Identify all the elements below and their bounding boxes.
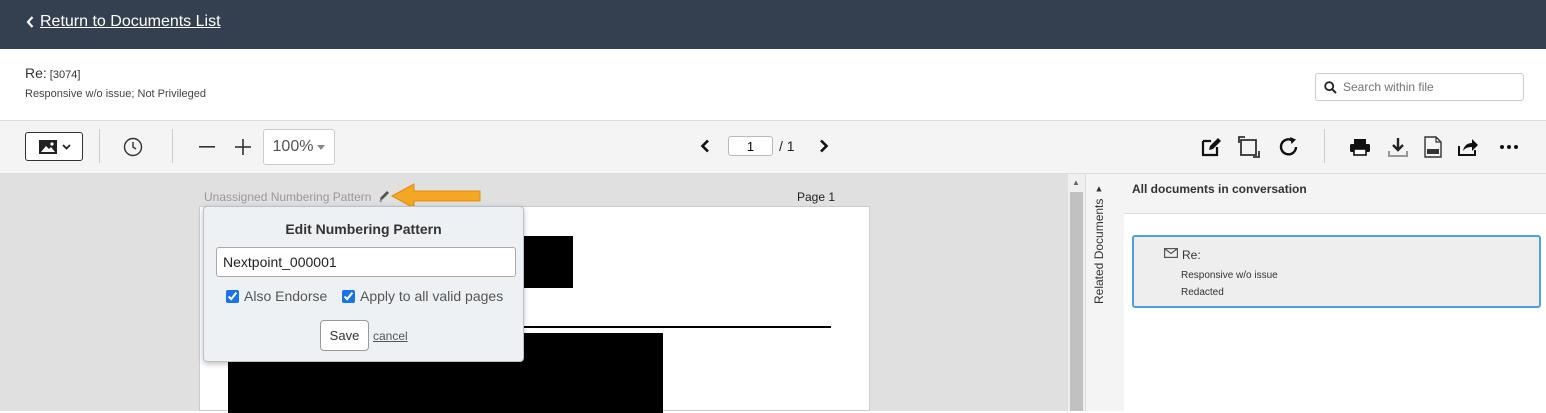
caret-right-icon: ▲ (1094, 183, 1104, 194)
toolbar-divider (172, 129, 173, 163)
print-icon (1350, 139, 1370, 156)
scroll-up-icon[interactable]: ▲ (1072, 178, 1080, 187)
horizontal-rule (510, 326, 831, 328)
popup-title: Edit Numbering Pattern (285, 221, 442, 237)
next-page-button[interactable] (815, 136, 833, 156)
list-item-status: Responsive w/o issue (1181, 270, 1278, 281)
page-number-input[interactable] (728, 136, 773, 156)
list-item-title: Re: (1182, 248, 1201, 262)
apply-all-pages-check[interactable] (342, 289, 355, 303)
share-icon (1458, 139, 1478, 156)
zoom-in-button[interactable] (232, 136, 254, 158)
list-item-tag: Redacted (1181, 287, 1224, 298)
viewer-scrollbar[interactable]: ▲ (1068, 174, 1085, 411)
pdf-button[interactable] (1423, 134, 1443, 160)
toolbar-divider (1324, 129, 1325, 163)
zoom-level-value: 100% (272, 138, 314, 155)
image-icon (38, 139, 57, 154)
panel-header: All documents in conversation (1124, 174, 1546, 214)
also-endorse-label: Also Endorse (244, 288, 328, 304)
return-to-documents-link[interactable]: Return to Documents List (26, 13, 221, 31)
document-title: Re: [3074] (25, 65, 80, 81)
clock-icon (123, 137, 143, 157)
also-endorse-checkbox[interactable]: Also Endorse (226, 288, 327, 304)
download-button[interactable] (1386, 135, 1410, 159)
search-within-file[interactable] (1315, 73, 1524, 101)
page-label: Page 1 (797, 190, 836, 204)
minus-icon (199, 146, 215, 148)
caret-down-icon (317, 144, 326, 150)
edit-button[interactable] (1199, 135, 1223, 159)
pages-button[interactable] (1236, 134, 1262, 160)
share-button[interactable] (1456, 135, 1480, 159)
apply-all-pages-checkbox[interactable]: Apply to all valid pages (342, 288, 503, 304)
document-header: Re: [3074] Responsive w/o issue; Not Priv… (0, 49, 1546, 121)
rotate-icon (1279, 137, 1298, 156)
search-input[interactable] (1343, 80, 1513, 94)
toolbar-divider (99, 129, 100, 163)
search-icon (1324, 80, 1337, 94)
page-total: / 1 (779, 138, 795, 154)
scrollbar-thumb[interactable] (1070, 192, 1083, 411)
related-documents-tab[interactable]: Related Documents ▲ (1085, 174, 1124, 411)
zoom-out-button[interactable] (196, 136, 218, 158)
numbering-pattern-label: Unassigned Numbering Pattern (204, 190, 372, 204)
related-documents-label: Related Documents (1092, 198, 1106, 304)
print-button[interactable] (1348, 135, 1372, 159)
also-endorse-check[interactable] (226, 289, 239, 303)
chevron-left-icon (700, 139, 709, 153)
related-documents-panel: All documents in conversation Re: Respon… (1124, 174, 1546, 411)
document-subtitle: Responsive w/o issue; Not Privileged (25, 88, 206, 100)
related-documents-label-wrap: Related Documents ▲ (1092, 183, 1106, 304)
chevron-right-icon (820, 139, 829, 153)
download-icon (1388, 138, 1408, 157)
rotate-button[interactable] (1276, 134, 1302, 160)
cancel-link[interactable]: cancel (373, 329, 408, 343)
edit-numbering-pattern-popup: Edit Numbering Pattern Also Endorse Appl… (203, 206, 524, 362)
apply-all-pages-label: Apply to all valid pages (360, 288, 504, 304)
top-bar: Return to Documents List (0, 0, 1546, 49)
previous-page-button[interactable] (696, 136, 714, 156)
numbering-pattern-input[interactable] (216, 247, 516, 277)
zoom-level-select[interactable]: 100% (263, 129, 335, 165)
return-link-label: Return to Documents List (40, 13, 221, 30)
viewer-toolbar: 100% / 1 (0, 121, 1546, 174)
copy-pages-icon (1238, 136, 1260, 158)
save-button[interactable]: Save (320, 320, 369, 351)
list-item[interactable]: Re: Responsive w/o issue Redacted (1132, 235, 1541, 308)
chevron-left-icon (26, 16, 34, 28)
plus-icon (235, 139, 251, 155)
image-view-dropdown[interactable] (25, 132, 83, 161)
edit-icon (1201, 138, 1221, 157)
pdf-icon (1424, 136, 1442, 158)
history-button[interactable] (121, 135, 145, 159)
chevron-down-icon (61, 143, 71, 150)
more-options-button[interactable] (1497, 135, 1521, 159)
mail-icon (1164, 248, 1178, 258)
more-horizontal-icon (1500, 145, 1518, 149)
document-title-prefix: Re: (25, 65, 47, 81)
document-id: [3074] (49, 69, 81, 81)
